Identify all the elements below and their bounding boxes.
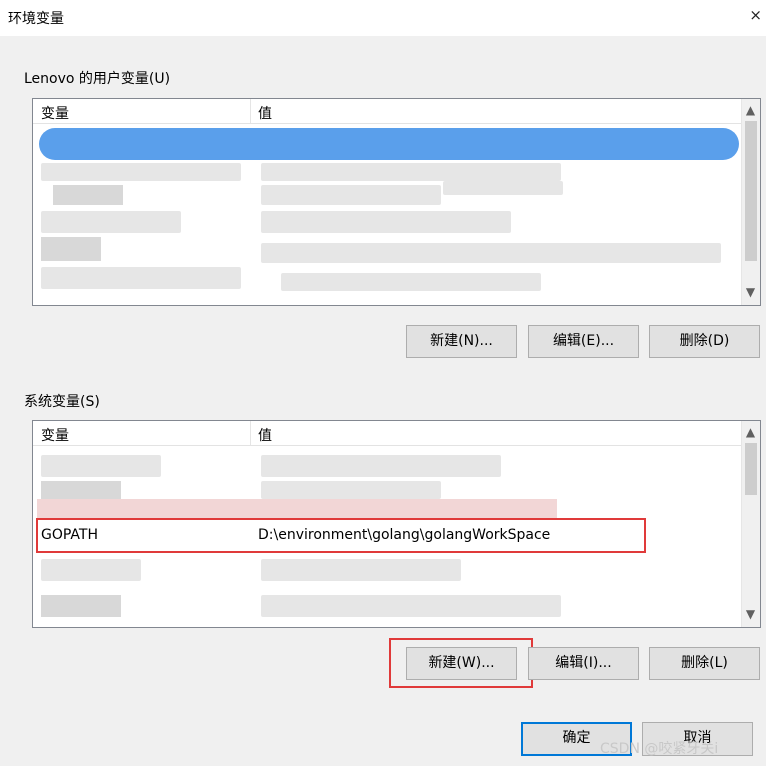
- system-delete-button[interactable]: 删除(L): [649, 647, 760, 680]
- blurred-cell: [41, 559, 141, 581]
- blurred-cell: [41, 163, 241, 181]
- user-list-header: 变量 值: [33, 99, 760, 124]
- blurred-cell: [41, 267, 241, 289]
- column-variable[interactable]: 变量: [41, 103, 69, 123]
- system-list-header: 变量 值: [33, 421, 760, 446]
- scroll-down-icon[interactable]: ▼: [742, 285, 759, 299]
- scroll-thumb[interactable]: [745, 443, 757, 495]
- blurred-cell: [261, 243, 721, 263]
- column-divider: [250, 421, 251, 445]
- blurred-cell: [261, 163, 561, 181]
- window-title: 环境变量: [8, 11, 64, 27]
- selected-row-blurred[interactable]: [39, 128, 739, 160]
- scroll-up-icon[interactable]: ▲: [742, 103, 759, 117]
- blurred-cell: [261, 185, 441, 205]
- blurred-cell: [261, 455, 501, 477]
- blurred-cell: [41, 211, 181, 233]
- close-icon[interactable]: ×: [749, 6, 762, 24]
- blurred-cell: [261, 211, 511, 233]
- user-variables-label: Lenovo 的用户变量(U): [24, 71, 171, 87]
- system-edit-button[interactable]: 编辑(I)...: [528, 647, 639, 680]
- new-button-highlight-box: [389, 638, 533, 688]
- user-variables-list[interactable]: 变量 值 ▲ ▼: [32, 98, 761, 306]
- column-value[interactable]: 值: [258, 425, 272, 445]
- column-variable[interactable]: 变量: [41, 425, 69, 445]
- blurred-cell: [53, 185, 123, 205]
- gopath-highlight-box: [36, 518, 646, 553]
- title-bar: [0, 0, 766, 36]
- column-divider: [250, 99, 251, 123]
- user-delete-button[interactable]: 删除(D): [649, 325, 760, 358]
- scroll-up-icon[interactable]: ▲: [742, 425, 759, 439]
- blurred-cell: [281, 273, 541, 291]
- blurred-cell: [41, 595, 121, 617]
- scroll-down-icon[interactable]: ▼: [742, 607, 759, 621]
- column-value[interactable]: 值: [258, 103, 272, 123]
- blurred-cell: [261, 559, 461, 581]
- blurred-cell: [261, 595, 561, 617]
- scroll-thumb[interactable]: [745, 121, 757, 261]
- system-variables-label: 系统变量(S): [24, 394, 100, 410]
- watermark: CSDN @咬紧牙关i: [600, 741, 719, 757]
- blurred-cell: [261, 481, 441, 499]
- blurred-cell: [37, 499, 557, 519]
- user-list-scrollbar[interactable]: ▲ ▼: [741, 99, 760, 305]
- user-new-button[interactable]: 新建(N)...: [406, 325, 517, 358]
- user-edit-button[interactable]: 编辑(E)...: [528, 325, 639, 358]
- system-list-scrollbar[interactable]: ▲ ▼: [741, 421, 760, 627]
- user-rows-blurred[interactable]: [33, 125, 741, 305]
- blurred-cell: [41, 237, 101, 261]
- blurred-cell: [41, 455, 161, 477]
- blurred-cell: [443, 181, 563, 195]
- blurred-cell: [41, 481, 121, 499]
